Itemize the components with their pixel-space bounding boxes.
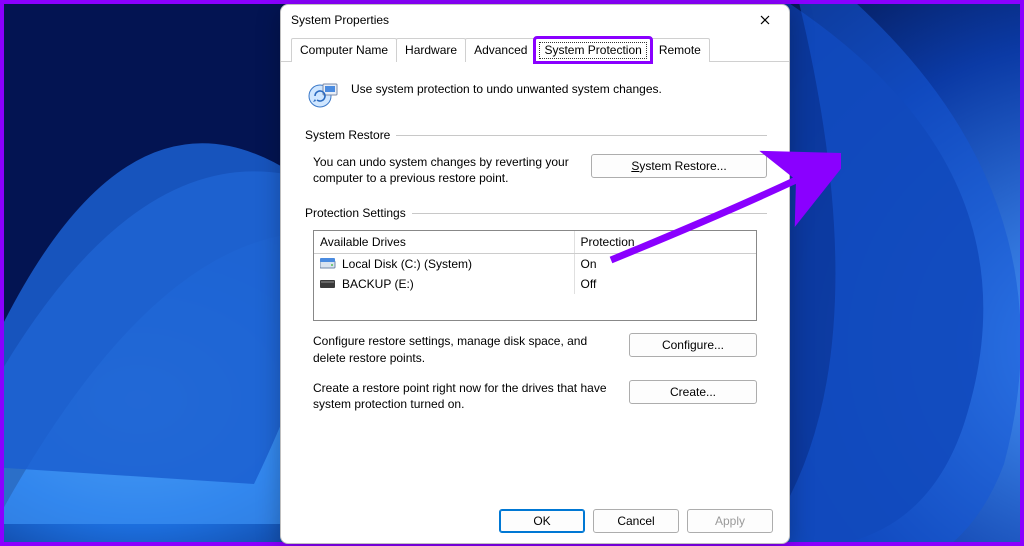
tab-system-protection[interactable]: System Protection: [535, 38, 650, 62]
drives-header: Available Drives Protection: [314, 231, 756, 254]
system-protection-icon: [307, 78, 341, 112]
table-row[interactable]: Local Disk (C:) (System) On: [314, 254, 756, 274]
drive-name: Local Disk (C:) (System): [342, 257, 472, 271]
intro-text: Use system protection to undo unwanted s…: [351, 78, 662, 96]
create-text: Create a restore point right now for the…: [313, 380, 609, 412]
system-restore-group: System Restore You can undo system chang…: [303, 128, 767, 200]
tab-remote[interactable]: Remote: [650, 38, 710, 62]
tab-hardware[interactable]: Hardware: [396, 38, 466, 62]
system-properties-dialog: System Properties Computer Name Hardware…: [280, 4, 790, 544]
drives-table[interactable]: Available Drives Protection Local Disk (…: [313, 230, 757, 321]
col-available-drives: Available Drives: [314, 231, 575, 253]
drive-status: On: [575, 254, 756, 274]
col-protection: Protection: [575, 231, 756, 253]
configure-button[interactable]: Configure...: [629, 333, 757, 357]
create-button[interactable]: Create...: [629, 380, 757, 404]
dialog-title: System Properties: [291, 13, 389, 27]
drive-icon: [320, 278, 336, 290]
tab-computer-name[interactable]: Computer Name: [291, 38, 397, 62]
protection-settings-group: Protection Settings Available Drives Pro…: [303, 206, 767, 440]
system-restore-text: You can undo system changes by reverting…: [303, 154, 571, 186]
system-restore-button[interactable]: System Restore...: [591, 154, 767, 178]
drive-name: BACKUP (E:): [342, 277, 414, 291]
tab-advanced[interactable]: Advanced: [465, 38, 536, 62]
system-restore-legend: System Restore: [303, 128, 396, 142]
close-button[interactable]: [751, 10, 779, 30]
tab-panel: Use system protection to undo unwanted s…: [281, 62, 789, 440]
drive-icon: [320, 258, 336, 270]
protection-settings-legend: Protection Settings: [303, 206, 412, 220]
table-row[interactable]: BACKUP (E:) Off: [314, 274, 756, 294]
tabstrip: Computer Name Hardware Advanced System P…: [281, 35, 789, 62]
dialog-buttons: OK Cancel Apply: [499, 509, 773, 533]
drive-status: Off: [575, 274, 756, 294]
ok-button[interactable]: OK: [499, 509, 585, 533]
configure-text: Configure restore settings, manage disk …: [313, 333, 609, 365]
titlebar: System Properties: [281, 5, 789, 35]
cancel-button[interactable]: Cancel: [593, 509, 679, 533]
apply-button[interactable]: Apply: [687, 509, 773, 533]
